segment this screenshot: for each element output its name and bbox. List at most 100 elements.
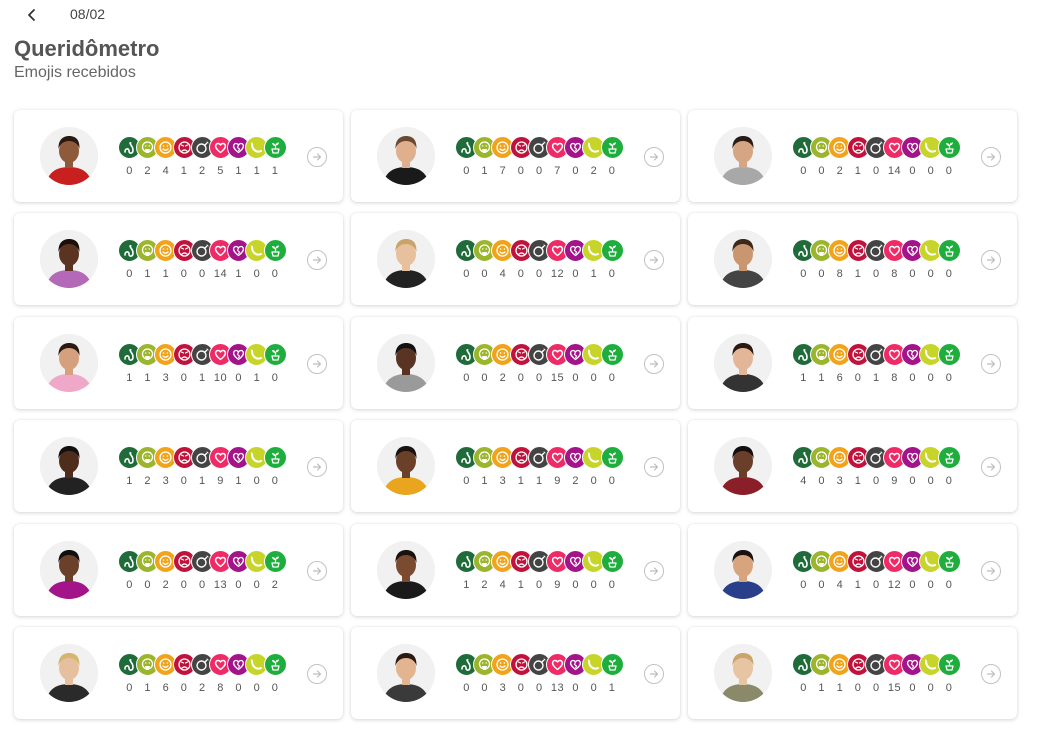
emoji-count-row: 0 0 4 1 0 12 0 0 0 [792,579,962,593]
plant-icon [600,136,624,159]
participant-card[interactable]: 0 0 2 1 0 14 0 0 0 [688,110,1017,202]
participant-card[interactable]: 0 0 2 0 0 15 0 0 0 [351,317,680,409]
avatar [377,334,435,392]
open-details-button[interactable] [644,250,664,270]
participant-card[interactable]: 017007020 [351,110,680,202]
plant-icon [937,653,961,676]
open-details-button[interactable] [307,457,327,477]
avatar [377,644,435,702]
avatar [714,230,772,288]
avatar [714,437,772,495]
participant-card[interactable]: 0 1 1 0 0 14 1 0 0 [14,213,343,305]
plant-icon [263,239,287,262]
emoji-count-row: 0 0 2 0 0 13 0 0 2 [118,579,288,593]
participants-grid: 0 2 4 1 2 5 1 1 1 0 1 7 0 0 7 0 2 0 0 0 2 1 0 14 0 0 0 0 1 1 0 0 14 1 0 0 0 0… [14,110,1018,721]
emoji-count: 2 [271,579,279,591]
open-details-button[interactable] [307,250,327,270]
arrow-right-icon [649,360,659,368]
arrow-right-icon [312,670,322,678]
emoji-count: 0 [271,268,279,280]
emoji-row [455,136,625,160]
emoji-row [118,653,288,677]
emoji-count-row: 013119200 [455,475,625,489]
open-details-button[interactable] [981,147,1001,167]
open-details-button[interactable] [981,354,1001,374]
plant-icon [937,446,961,469]
avatar [40,437,98,495]
avatar [714,644,772,702]
participant-card[interactable]: 013119200 [351,420,680,512]
open-details-button[interactable] [644,457,664,477]
arrow-right-icon [649,670,659,678]
plant-icon [263,343,287,366]
emoji-row [118,550,288,574]
participant-card[interactable]: 123019100 [14,420,343,512]
open-details-button[interactable] [644,354,664,374]
open-details-button[interactable] [307,354,327,374]
back-button[interactable] [20,3,44,27]
arrow-right-icon [312,360,322,368]
participant-card[interactable]: 116018000 [688,317,1017,409]
emoji-count-row: 0 0 2 1 0 14 0 0 0 [792,165,962,179]
emoji-count-row: 123019100 [118,475,288,489]
emoji-row [792,136,962,160]
emoji-count: 1 [271,165,279,177]
plant-icon [600,343,624,366]
emoji-count-row: 0 1 1 0 0 14 1 0 0 [118,268,288,282]
page-subtitle: Emojis recebidos [14,64,136,81]
avatar [40,127,98,185]
participant-card[interactable]: 0 0 3 0 0 13 0 0 1 [351,627,680,719]
avatar [714,541,772,599]
open-details-button[interactable] [644,664,664,684]
plant-icon [263,653,287,676]
plant-icon [600,550,624,573]
participant-card[interactable]: 0 1 1 0 0 15 0 0 0 [688,627,1017,719]
emoji-row [792,239,962,263]
avatar [377,437,435,495]
open-details-button[interactable] [307,561,327,581]
emoji-row [455,550,625,574]
open-details-button[interactable] [981,457,1001,477]
emoji-count: 0 [608,475,616,487]
emoji-count-row: 403109000 [792,475,962,489]
open-details-button[interactable] [644,147,664,167]
emoji-row [455,343,625,367]
participant-card[interactable]: 016028000 [14,627,343,719]
plant-icon [263,446,287,469]
open-details-button[interactable] [981,561,1001,581]
participant-card[interactable]: 0 0 4 0 0 12 0 1 0 [351,213,680,305]
avatar [40,334,98,392]
arrow-right-icon [649,567,659,575]
avatar [377,230,435,288]
arrow-right-icon [986,360,996,368]
open-details-button[interactable] [307,664,327,684]
open-details-button[interactable] [644,561,664,581]
emoji-row [792,550,962,574]
emoji-count-row: 008108000 [792,268,962,282]
participant-card[interactable]: 124109000 [351,524,680,616]
open-details-button[interactable] [307,147,327,167]
emoji-count: 0 [945,165,953,177]
avatar [714,127,772,185]
emoji-count-row: 0 0 4 0 0 12 0 1 0 [455,268,625,282]
open-details-button[interactable] [981,664,1001,684]
avatar [40,230,98,288]
plant-icon [937,136,961,159]
arrow-right-icon [649,153,659,161]
participant-card[interactable]: 403109000 [688,420,1017,512]
emoji-count-row: 116018000 [792,372,962,386]
participant-card[interactable]: 1 1 3 0 1 10 0 1 0 [14,317,343,409]
arrow-right-icon [986,153,996,161]
participant-card[interactable]: 024125111 [14,110,343,202]
emoji-count: 1 [608,682,616,694]
participant-card[interactable]: 0 0 4 1 0 12 0 0 0 [688,524,1017,616]
open-details-button[interactable] [981,250,1001,270]
participant-card[interactable]: 0 0 2 0 0 13 0 0 2 [14,524,343,616]
avatar [714,334,772,392]
arrow-right-icon [312,567,322,575]
emoji-row [455,446,625,470]
emoji-count-row: 017007020 [455,165,625,179]
avatar [40,644,98,702]
participant-card[interactable]: 008108000 [688,213,1017,305]
emoji-row [792,343,962,367]
